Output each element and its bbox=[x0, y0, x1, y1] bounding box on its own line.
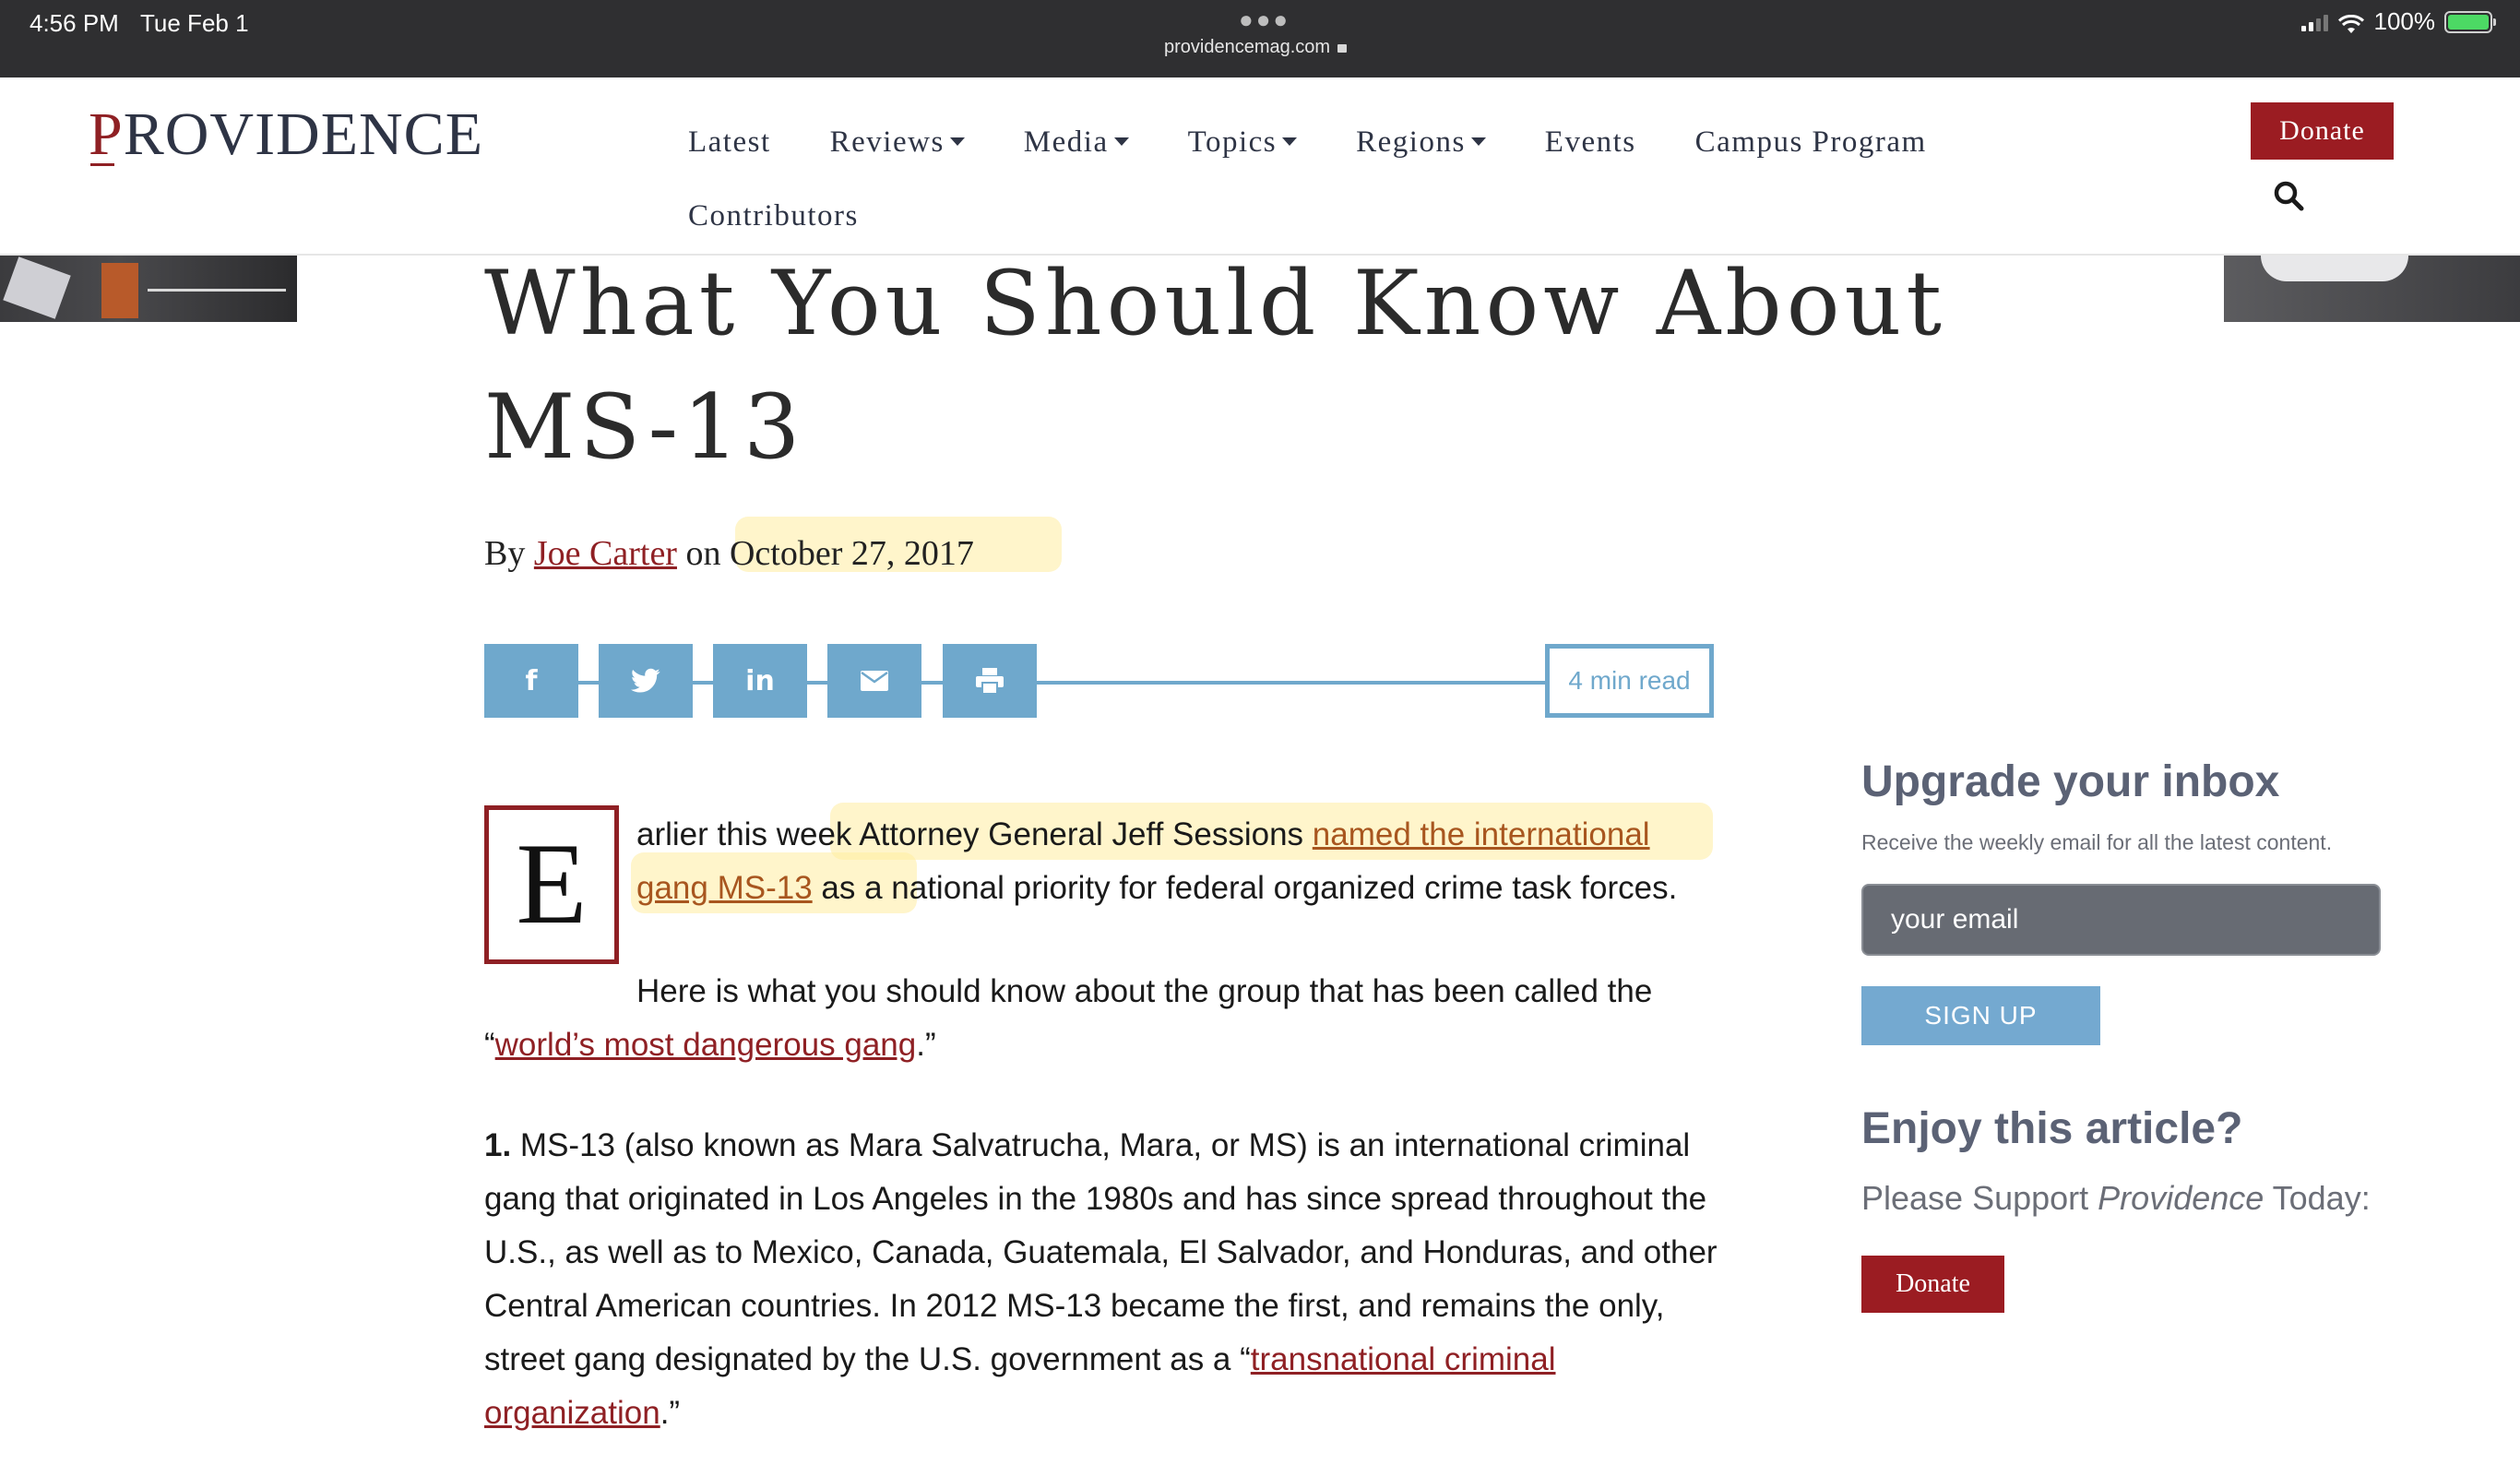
support-text: Please Support Providence Today: bbox=[1861, 1179, 2371, 1218]
lock-icon bbox=[1337, 44, 1348, 53]
nav-events[interactable]: Events bbox=[1545, 125, 1636, 160]
status-date: Tue Feb 1 bbox=[140, 9, 249, 37]
more-dots-icon[interactable]: ●●● bbox=[1239, 6, 1290, 34]
p1-text-b: as a national priority for federal organ… bbox=[812, 870, 1678, 906]
support-text-a: Please Support bbox=[1861, 1179, 2098, 1217]
linkedin-share-button[interactable]: in bbox=[713, 644, 807, 718]
nav-campus-program[interactable]: Campus Program bbox=[1695, 125, 1927, 160]
nav-media[interactable]: Media bbox=[1024, 125, 1129, 160]
share-bar: f in 4 min read bbox=[484, 644, 1714, 718]
logo-initial: P bbox=[89, 101, 124, 168]
publish-date: October 27, 2017 bbox=[729, 534, 974, 573]
paragraph-1: arlier this week Attorney General Jeff S… bbox=[636, 808, 1716, 915]
hero-image-left bbox=[0, 256, 297, 322]
status-bar: 4:56 PM Tue Feb 1 ●●● providencemag.com … bbox=[0, 0, 2520, 77]
nav-reviews[interactable]: Reviews bbox=[830, 125, 965, 160]
battery-icon bbox=[2444, 10, 2496, 33]
caret-down-icon bbox=[1113, 137, 1129, 146]
twitter-icon bbox=[631, 668, 660, 693]
envelope-icon bbox=[861, 671, 888, 691]
site-header: PROVIDENCE Latest Reviews Media Topics R… bbox=[0, 77, 2520, 256]
site-logo[interactable]: PROVIDENCE bbox=[89, 100, 483, 170]
nav-media-label: Media bbox=[1023, 125, 1109, 159]
worlds-most-dangerous-gang-link[interactable]: world’s most dangerous gang bbox=[495, 1027, 917, 1063]
p3-text: MS-13 (also known as Mara Salvatrucha, M… bbox=[484, 1127, 1718, 1377]
list-number: 1. bbox=[484, 1127, 512, 1163]
p3-end: .” bbox=[660, 1395, 681, 1431]
quote-open: “ bbox=[484, 1027, 495, 1063]
caret-down-icon bbox=[1470, 137, 1486, 146]
email-share-button[interactable] bbox=[827, 644, 921, 718]
nav-regions-label: Regions bbox=[1356, 125, 1466, 159]
drop-cap: E bbox=[484, 805, 619, 964]
donate-button[interactable]: Donate bbox=[2251, 102, 2394, 160]
status-time: 4:56 PM bbox=[30, 9, 119, 37]
printer-icon bbox=[976, 668, 1004, 694]
logo-text: ROVIDENCE bbox=[123, 101, 484, 168]
nav-contributors[interactable]: Contributors bbox=[688, 199, 859, 233]
newsletter-title: Upgrade your inbox bbox=[1861, 757, 2280, 806]
support-brand: Providence bbox=[2098, 1179, 2264, 1217]
enjoy-article-title: Enjoy this article? bbox=[1861, 1104, 2243, 1153]
nav-reviews-label: Reviews bbox=[829, 125, 945, 159]
sidebar-donate-button[interactable]: Donate bbox=[1861, 1256, 2004, 1313]
title-line-1: What You Should Know About bbox=[484, 252, 1946, 355]
quote-close: .” bbox=[916, 1027, 936, 1063]
sign-up-button[interactable]: SIGN UP bbox=[1861, 986, 2100, 1045]
twitter-share-button[interactable] bbox=[599, 644, 693, 718]
article-title: What You Should Know About MS-13 bbox=[484, 242, 1960, 489]
support-text-b: Today: bbox=[2264, 1179, 2371, 1217]
facebook-share-button[interactable]: f bbox=[484, 644, 578, 718]
nav-latest[interactable]: Latest bbox=[688, 125, 771, 160]
paragraph-2-start: Here is what you should know about the g… bbox=[636, 973, 1653, 1009]
author-link[interactable]: Joe Carter bbox=[534, 534, 677, 573]
url-text: providencemag.com bbox=[1164, 37, 1331, 57]
search-icon[interactable] bbox=[2273, 180, 2304, 211]
caret-down-icon bbox=[1282, 137, 1298, 146]
byline-on: on bbox=[685, 534, 721, 573]
email-input[interactable]: your email bbox=[1861, 884, 2381, 956]
linkedin-icon: in bbox=[745, 664, 775, 697]
paragraph-2-end: “world’s most dangerous gang.” bbox=[484, 1018, 1720, 1072]
battery-percent: 100% bbox=[2373, 7, 2436, 35]
newsletter-subtitle: Receive the weekly email for all the lat… bbox=[1861, 830, 2333, 854]
hero-image-right bbox=[2224, 256, 2520, 322]
nav-topics-label: Topics bbox=[1187, 125, 1278, 159]
status-indicators: 100% bbox=[2300, 7, 2496, 36]
caret-down-icon bbox=[949, 137, 965, 146]
paragraph-3: 1. MS-13 (also known as Mara Salvatrucha… bbox=[484, 1119, 1720, 1440]
byline-by: By bbox=[484, 534, 526, 573]
print-button[interactable] bbox=[943, 644, 1037, 718]
facebook-icon: f bbox=[525, 664, 538, 697]
signal-icon bbox=[2300, 13, 2328, 31]
title-line-2: MS-13 bbox=[484, 375, 805, 479]
byline: By Joe Carter on October 27, 2017 bbox=[484, 533, 974, 574]
p1-text-a: arlier this week Attorney General Jeff S… bbox=[636, 816, 1313, 852]
read-time-badge: 4 min read bbox=[1545, 644, 1714, 718]
nav-regions[interactable]: Regions bbox=[1356, 125, 1486, 160]
wifi-icon bbox=[2337, 13, 2365, 33]
nav-topics[interactable]: Topics bbox=[1188, 125, 1298, 160]
address-bar[interactable]: providencemag.com bbox=[1164, 37, 1348, 58]
main-nav: Latest Reviews Media Topics Regions Even… bbox=[688, 105, 2035, 253]
